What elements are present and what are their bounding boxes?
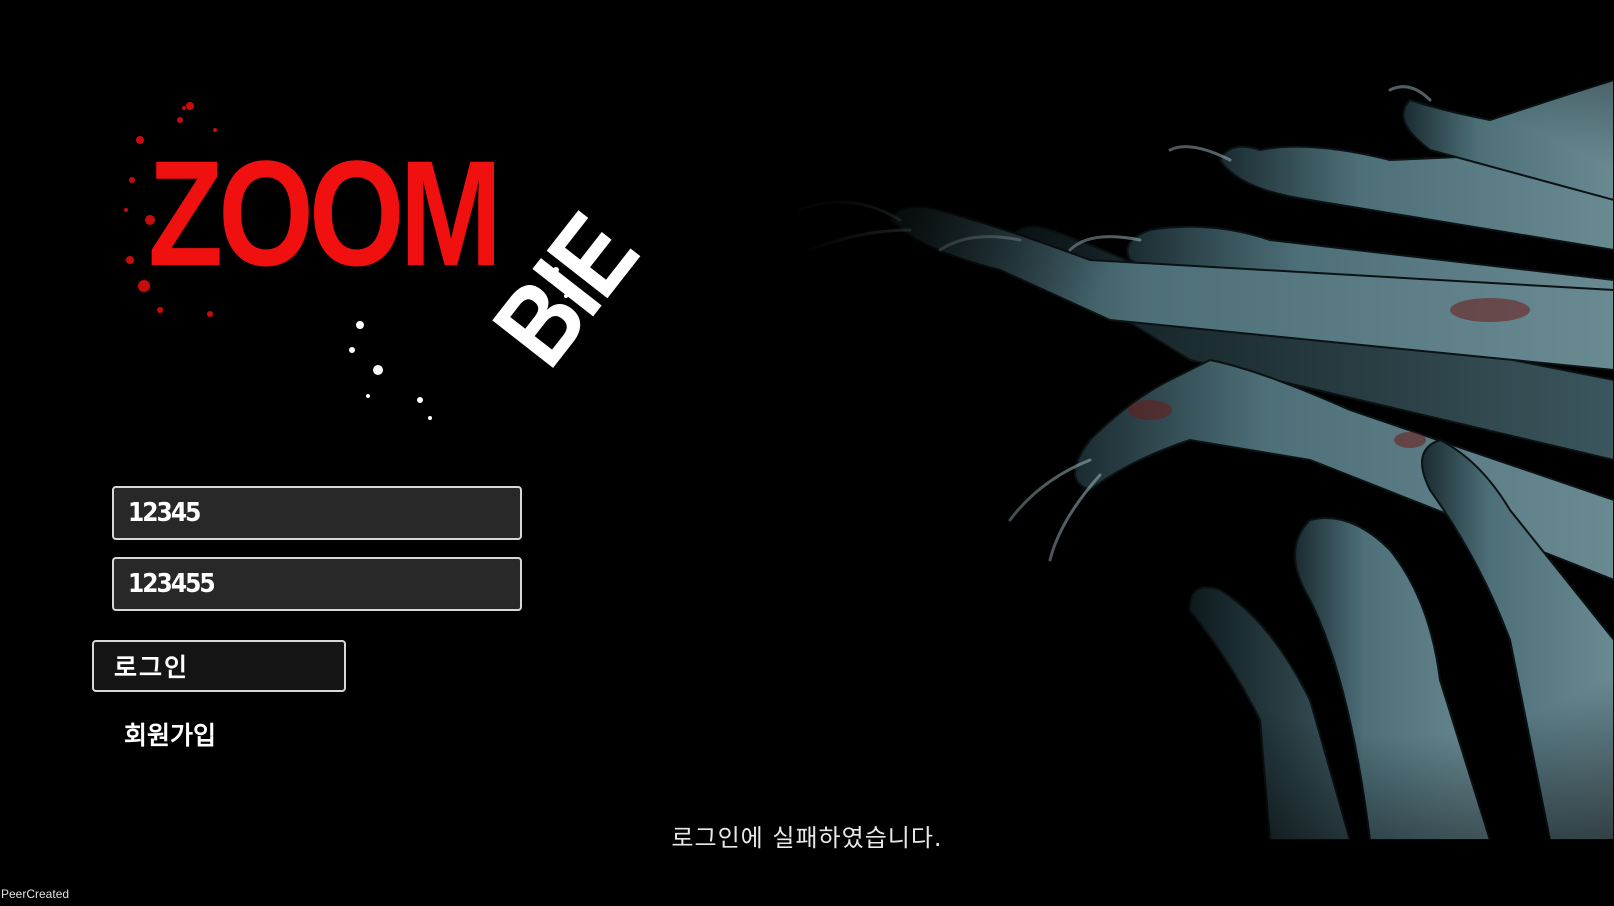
login-button[interactable]: 로그인	[92, 640, 346, 692]
password-input[interactable]: 123455	[112, 557, 522, 611]
signup-link[interactable]: 회원가입	[124, 716, 216, 752]
game-logo: ZOOM BIE	[120, 100, 659, 430]
logo-word-main: ZOOM	[148, 129, 502, 297]
footer-label: PeerCreated	[1, 887, 70, 901]
login-status-message: 로그인에 실패하였습니다.	[671, 824, 943, 852]
id-input[interactable]: 12345	[112, 486, 522, 540]
zombie-hands-illustration	[790, 80, 1614, 840]
